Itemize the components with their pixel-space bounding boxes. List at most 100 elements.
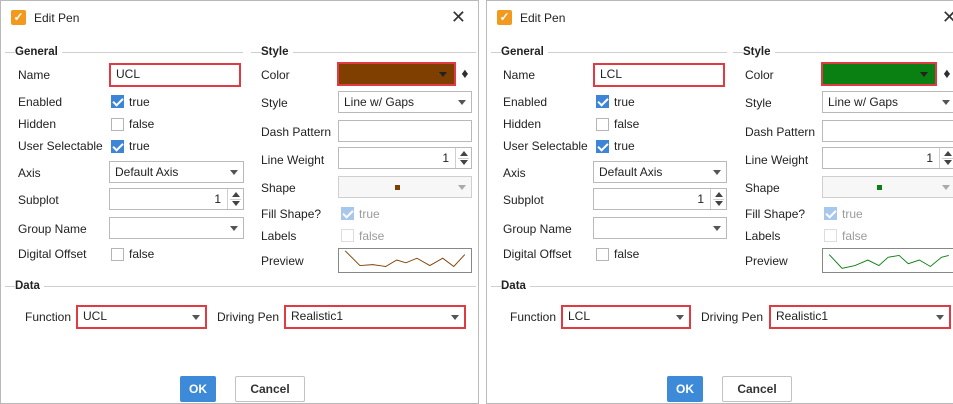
edit-pen-dialog-ucl: ✓ Edit Pen ✕ General Style Name UCL Enab…: [0, 0, 479, 404]
preview-label: Preview: [261, 254, 304, 268]
function-label: Function: [25, 310, 72, 324]
chevron-down-icon: [192, 315, 200, 320]
dash-pattern-label: Dash Pattern: [745, 125, 816, 139]
labels-checkbox[interactable]: [341, 229, 354, 242]
name-label: Name: [503, 68, 536, 82]
color-label: Color: [745, 68, 774, 82]
labels-value: false: [359, 229, 385, 243]
chevron-down-icon: [458, 185, 466, 190]
name-input[interactable]: UCL: [109, 63, 241, 87]
shape-select[interactable]: [338, 176, 472, 198]
enabled-checkbox[interactable]: [596, 95, 609, 108]
user-selectable-checkbox[interactable]: [111, 140, 124, 153]
close-icon[interactable]: ✕: [451, 7, 466, 27]
function-select[interactable]: LCL: [561, 305, 691, 329]
digital-offset-checkbox[interactable]: [111, 248, 124, 261]
dash-pattern-input[interactable]: [822, 120, 953, 142]
labels-checkbox[interactable]: [824, 229, 837, 242]
style-select[interactable]: Line w/ Gaps: [338, 91, 472, 113]
spinner-arrows-icon[interactable]: [710, 189, 726, 209]
line-weight-value: 1: [442, 151, 449, 165]
driving-pen-label: Driving Pen: [701, 310, 764, 324]
digital-offset-checkbox[interactable]: [596, 248, 609, 261]
color-label: Color: [261, 68, 290, 82]
hidden-label: Hidden: [18, 117, 57, 131]
dash-pattern-input[interactable]: [338, 120, 472, 142]
cancel-button[interactable]: Cancel: [235, 376, 305, 402]
enabled-value: true: [614, 95, 635, 109]
name-input[interactable]: LCL: [593, 63, 725, 87]
digital-offset-label: Digital Offset: [18, 247, 87, 261]
line-weight-spinner[interactable]: 1: [822, 147, 953, 169]
spinner-arrows-icon[interactable]: [455, 148, 471, 168]
function-select[interactable]: UCL: [76, 305, 207, 329]
driving-pen-select[interactable]: Realistic1: [284, 305, 466, 329]
shape-square-icon: [395, 185, 400, 190]
style-select-value: Line w/ Gaps: [344, 95, 415, 109]
spinner-arrows-icon[interactable]: [939, 148, 953, 168]
axis-select-value: Default Axis: [115, 165, 179, 179]
ok-button[interactable]: OK: [667, 376, 703, 402]
paint-bucket-icon[interactable]: ♦: [454, 63, 476, 85]
fill-shape-checkbox[interactable]: [341, 207, 354, 220]
preview-line: [828, 254, 949, 269]
group-name-select[interactable]: [109, 217, 244, 239]
subplot-spinner[interactable]: 1: [593, 188, 727, 210]
chevron-down-icon: [713, 226, 721, 231]
style-section-header: Style: [733, 45, 953, 59]
color-picker[interactable]: [337, 62, 456, 86]
group-name-label: Group Name: [503, 222, 572, 236]
subplot-value: 1: [697, 192, 704, 206]
hidden-label: Hidden: [503, 117, 542, 131]
close-icon[interactable]: ✕: [942, 7, 953, 27]
enabled-label: Enabled: [18, 95, 63, 109]
chevron-down-icon: [451, 315, 459, 320]
hidden-checkbox[interactable]: [111, 118, 124, 131]
enabled-checkbox[interactable]: [111, 95, 124, 108]
line-preview: [338, 248, 472, 273]
fill-shape-checkbox[interactable]: [824, 207, 837, 220]
style-select[interactable]: Line w/ Gaps: [822, 91, 953, 113]
axis-select[interactable]: Default Axis: [593, 161, 727, 183]
fill-shape-value: true: [842, 207, 863, 221]
chevron-down-icon: [439, 72, 447, 77]
hidden-value: false: [129, 117, 155, 131]
paint-bucket-icon[interactable]: ♦: [936, 63, 953, 85]
preview-label: Preview: [745, 254, 788, 268]
title-bar: ✓ Edit Pen ✕: [487, 1, 953, 35]
axis-label: Axis: [18, 166, 41, 180]
hidden-checkbox[interactable]: [596, 118, 609, 131]
style-label: Style: [261, 96, 288, 110]
line-weight-spinner[interactable]: 1: [338, 147, 472, 169]
style-section-header: Style: [251, 45, 476, 59]
axis-select[interactable]: Default Axis: [109, 161, 244, 183]
general-section-header: General: [5, 45, 243, 59]
group-name-select[interactable]: [593, 217, 727, 239]
data-section-header: Data: [491, 279, 953, 293]
color-picker[interactable]: [821, 62, 937, 86]
axis-select-value: Default Axis: [599, 165, 663, 179]
data-section-header: Data: [5, 279, 476, 293]
shape-select[interactable]: [822, 176, 953, 198]
line-weight-value: 1: [926, 151, 933, 165]
function-label: Function: [510, 310, 557, 324]
shape-label: Shape: [261, 181, 296, 195]
subplot-spinner[interactable]: 1: [109, 188, 244, 210]
user-selectable-checkbox[interactable]: [596, 140, 609, 153]
function-select-value: UCL: [83, 309, 108, 323]
cancel-button[interactable]: Cancel: [722, 376, 792, 402]
dialog-title: Edit Pen: [34, 11, 80, 25]
group-name-label: Group Name: [18, 222, 87, 236]
chevron-down-icon: [920, 72, 928, 77]
ok-button[interactable]: OK: [180, 376, 216, 402]
spinner-arrows-icon[interactable]: [227, 189, 243, 209]
driving-pen-select-value: Realistic1: [776, 309, 829, 323]
digital-offset-value: false: [129, 247, 155, 261]
chevron-down-icon: [713, 170, 721, 175]
line-weight-label: Line Weight: [261, 153, 325, 167]
user-selectable-value: true: [614, 139, 635, 153]
edit-pen-app-icon: ✓: [11, 10, 26, 25]
chevron-down-icon: [230, 226, 238, 231]
driving-pen-select[interactable]: Realistic1: [769, 305, 951, 329]
labels-label: Labels: [745, 229, 781, 243]
